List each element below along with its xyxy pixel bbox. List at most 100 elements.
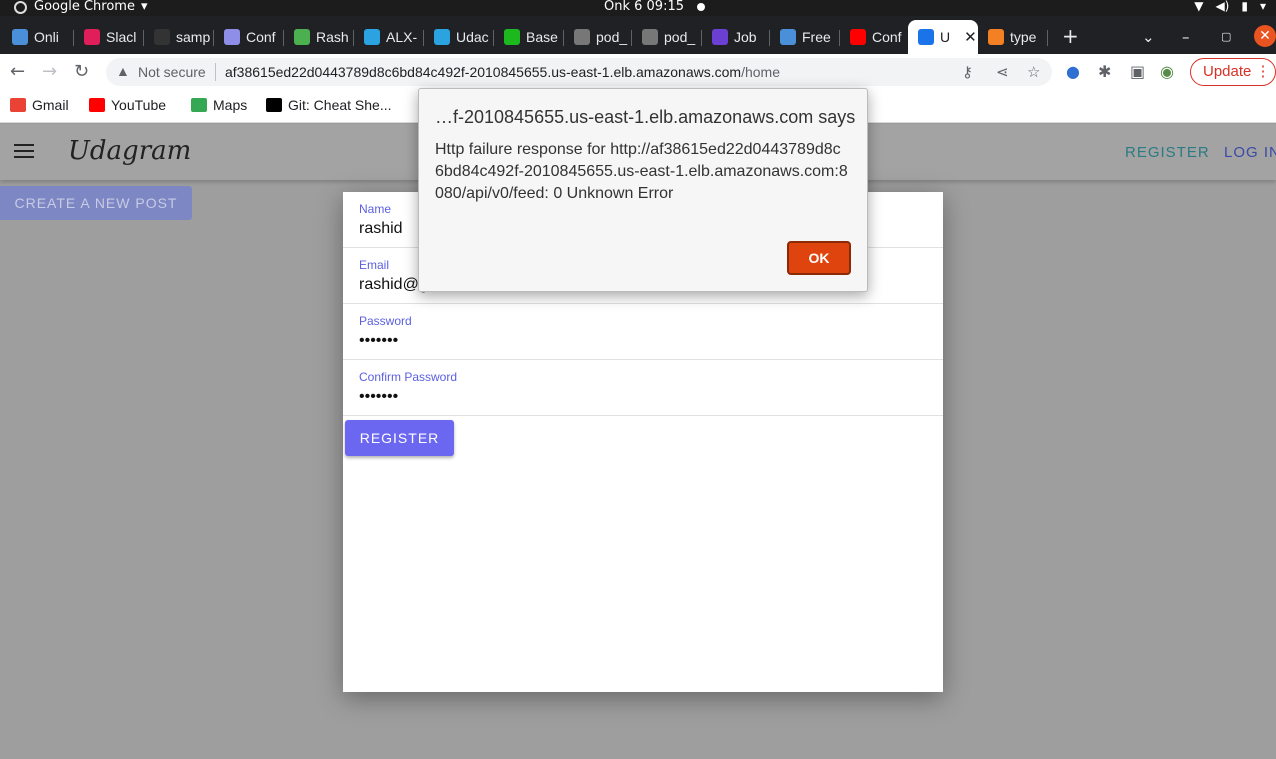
field-label: Password — [359, 314, 412, 328]
tab-favicon-icon — [84, 29, 100, 45]
gmail-icon — [10, 98, 26, 112]
side-panel-icon[interactable]: ▣ — [1130, 62, 1145, 81]
tab[interactable]: Udac — [424, 20, 494, 54]
star-icon[interactable]: ☆ — [1027, 63, 1040, 81]
create-post-button[interactable]: CREATE A NEW POST — [0, 186, 192, 220]
tab[interactable]: ALX- — [354, 20, 424, 54]
tab[interactable]: Job — [702, 20, 770, 54]
puzzle-icon[interactable]: ✱ — [1098, 62, 1111, 81]
url-text[interactable]: af38615ed22d0443789d8c6bd84c492f-2010845… — [225, 64, 780, 80]
tab-favicon-icon — [294, 29, 310, 45]
forward-icon[interactable]: → — [42, 61, 57, 82]
tab-favicon-icon — [642, 29, 658, 45]
app-menu[interactable]: Google Chrome ▾ — [34, 0, 148, 14]
register-button[interactable]: REGISTER — [345, 420, 454, 456]
maximize-icon[interactable]: ▢ — [1221, 30, 1231, 43]
tab-label: pod_ — [596, 29, 628, 45]
tab-label: Conf — [246, 29, 276, 45]
url-path: /home — [741, 64, 780, 80]
tab-label: pod_ — [664, 29, 696, 45]
confirm-password-input[interactable]: ••••••• — [359, 388, 398, 406]
tab-label: type — [1010, 29, 1037, 45]
tab-label: Conf — [872, 29, 902, 45]
minimize-icon[interactable]: – — [1182, 28, 1190, 46]
tab-search-chevron-icon[interactable]: ⌄ — [1142, 28, 1155, 46]
url-host: af38615ed22d0443789d8c6bd84c492f-2010845… — [225, 64, 742, 80]
alert-message: Http failure response for http://af38615… — [435, 141, 848, 202]
tab[interactable]: pod_ — [564, 20, 632, 54]
tab[interactable]: type — [978, 20, 1048, 54]
tab-favicon-icon — [504, 29, 520, 45]
bookmark-label: YouTube — [111, 97, 167, 113]
tab-active[interactable]: U ✕ — [908, 20, 978, 54]
tab-favicon-icon — [988, 29, 1004, 45]
field-label: Name — [359, 202, 392, 216]
bookmark-git-cheatsheet[interactable]: Git: Cheat She... — [266, 97, 392, 113]
caret-down-icon: ▾ — [1259, 0, 1266, 13]
security-label: Not secure — [138, 64, 206, 80]
confirm-password-field[interactable]: Confirm Password ••••••• — [343, 360, 943, 416]
dev-icon — [266, 98, 282, 112]
extension-icon[interactable]: ● — [1066, 62, 1080, 81]
tab-label: ALX- — [386, 29, 418, 45]
ok-button[interactable]: OK — [787, 241, 851, 275]
os-top-bar: Google Chrome ▾ Onk 6 09:15 ▼ ◀) ▮ ▾ — [0, 0, 1276, 16]
tab-favicon-icon — [918, 29, 934, 45]
new-tab-icon[interactable]: + — [1062, 24, 1079, 48]
password-input[interactable]: ••••••• — [359, 332, 398, 350]
wifi-icon: ▼ — [1194, 0, 1204, 13]
nav-login-link[interactable]: LOG IN — [1224, 144, 1276, 161]
tab-favicon-icon — [712, 29, 728, 45]
tab-label: Udac — [456, 29, 489, 45]
bookmark-maps[interactable]: Maps — [191, 97, 247, 113]
tab-favicon-icon — [364, 29, 380, 45]
tab-favicon-icon — [850, 29, 866, 45]
window-close-icon[interactable]: ✕ — [1254, 25, 1276, 47]
bookmark-label: Maps — [213, 97, 248, 113]
volume-icon: ◀) — [1215, 0, 1230, 13]
tab[interactable]: Rash — [284, 20, 354, 54]
nav-register-link[interactable]: REGISTER — [1125, 144, 1210, 161]
tab-strip: Onli Slacl samp Conf Rash ALX- Udac Base… — [0, 16, 1276, 54]
tab[interactable]: Base — [494, 20, 564, 54]
system-tray[interactable]: ▼ ◀) ▮ ▾ — [1194, 0, 1266, 13]
tab-label: Base — [526, 29, 558, 45]
back-icon[interactable]: ← — [10, 61, 25, 82]
password-field[interactable]: Password ••••••• — [343, 304, 943, 360]
app-name: Google Chrome — [34, 0, 135, 14]
warning-icon: ▲ — [116, 63, 130, 79]
avatar[interactable]: ◉ — [1160, 62, 1174, 81]
tab[interactable]: samp — [144, 20, 214, 54]
key-icon[interactable]: ⚷ — [962, 63, 973, 81]
browser-toolbar: ← → ↻ ▲ Not secure af38615ed22d0443789d8… — [0, 54, 1276, 90]
tab-label: Slacl — [106, 29, 137, 45]
tab-label: Rash — [316, 29, 349, 45]
tab[interactable]: Free — [770, 20, 840, 54]
tab[interactable]: Slacl — [74, 20, 144, 54]
tab-favicon-icon — [224, 29, 240, 45]
brand-logo[interactable]: Udagram — [68, 136, 191, 166]
bookmark-gmail[interactable]: Gmail — [10, 97, 69, 113]
address-bar[interactable]: ▲ Not secure af38615ed22d0443789d8c6bd84… — [106, 58, 1052, 86]
share-icon[interactable]: ⋖ — [996, 63, 1009, 81]
update-button[interactable]: Update ⋮ — [1190, 58, 1276, 86]
tab[interactable]: Onli — [2, 20, 74, 54]
tab[interactable]: pod_ — [632, 20, 702, 54]
tab-favicon-icon — [780, 29, 796, 45]
clock[interactable]: Onk 6 09:15 — [604, 0, 684, 14]
bookmark-label: Git: Cheat She... — [288, 97, 392, 113]
tab-label: U — [940, 29, 951, 45]
alert-title: …f-2010845655.us-east-1.elb.amazonaws.co… — [435, 107, 856, 127]
tab-favicon-icon — [574, 29, 590, 45]
tab-favicon-icon — [12, 29, 28, 45]
bookmark-youtube[interactable]: YouTube — [89, 97, 166, 113]
maps-icon — [191, 98, 207, 112]
tab[interactable]: Conf — [840, 20, 908, 54]
menu-icon[interactable] — [14, 144, 34, 158]
alert-dialog: …f-2010845655.us-east-1.elb.amazonaws.co… — [418, 88, 868, 292]
close-tab-icon[interactable]: ✕ — [964, 28, 977, 46]
tab[interactable]: Conf — [214, 20, 284, 54]
reload-icon[interactable]: ↻ — [74, 61, 89, 82]
tab-label: samp — [176, 29, 211, 45]
name-input[interactable]: rashid — [359, 220, 403, 238]
